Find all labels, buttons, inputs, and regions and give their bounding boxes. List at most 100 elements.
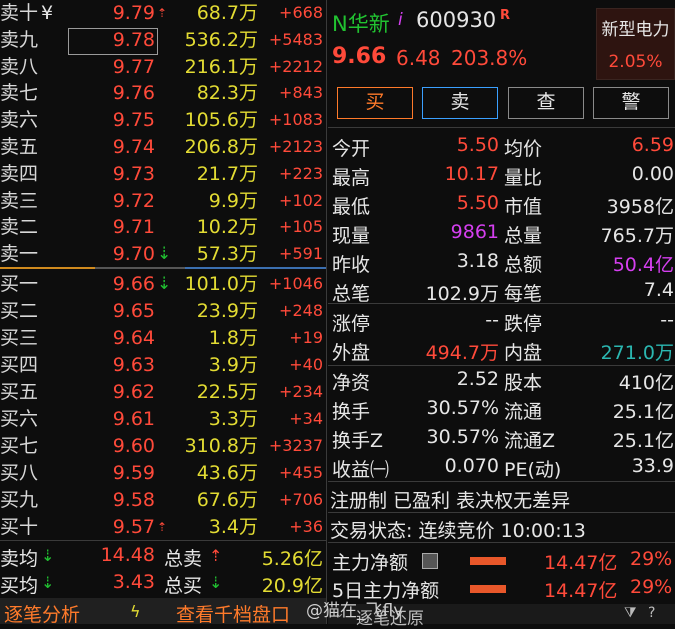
- stat-value: 0.00: [631, 163, 674, 185]
- stat-label: 最低: [332, 196, 371, 218]
- bid-change: +40: [289, 355, 323, 374]
- stat-label: 总额: [504, 254, 543, 276]
- stat-label: 市值: [504, 196, 543, 218]
- ask-row[interactable]: 卖四 9.73 21.7万 +223: [0, 161, 327, 188]
- ask-row[interactable]: 卖三 9.72 9.9万 +102: [0, 188, 327, 215]
- stat-label: 每笔: [504, 283, 543, 305]
- ask-change: +2123: [268, 137, 323, 156]
- bid-row[interactable]: 买九 9.58 67.6万 +706: [0, 487, 327, 514]
- ask-volume: 105.6万: [184, 109, 258, 132]
- ask-price: 9.72: [112, 189, 155, 212]
- ask-volume: 9.9万: [208, 189, 258, 212]
- ask-volume: 57.3万: [196, 243, 258, 266]
- bid-row[interactable]: 买十 9.57 ⇡ 3.4万 +36: [0, 514, 327, 541]
- stat-value: 5.50: [456, 192, 499, 214]
- buy-button[interactable]: 买: [337, 87, 413, 119]
- ask-row[interactable]: 卖一 9.70 ⇣ 57.3万 +591: [0, 241, 327, 268]
- ask-row[interactable]: 卖八 9.77 216.1万 +2212: [0, 54, 327, 81]
- filter-icon[interactable]: ⧩: [624, 605, 637, 621]
- bid-row[interactable]: 买八 9.59 43.6万 +455: [0, 460, 327, 487]
- stat-value: 30.57%: [426, 397, 499, 419]
- bid-row[interactable]: 买七 9.60 310.8万 +3237: [0, 433, 327, 460]
- ask-change: +591: [279, 244, 323, 264]
- stat-value: 50.4亿: [612, 254, 674, 276]
- main-net-value: 14.47亿: [544, 552, 618, 574]
- ask-price: 9.74: [112, 136, 155, 158]
- bid-price: 9.61: [112, 408, 155, 430]
- stat-value: 10.17: [444, 163, 499, 185]
- bid-price: 9.62: [112, 381, 155, 403]
- bid-row[interactable]: 买五 9.62 22.5万 +234: [0, 379, 327, 406]
- summary-label: 卖均: [0, 548, 39, 570]
- stat-value: --: [485, 309, 499, 331]
- bid-price: 9.59: [112, 462, 155, 484]
- ask-level-label: 卖四: [0, 162, 39, 185]
- bid-row[interactable]: 买六 9.61 3.3万 +34: [0, 406, 327, 433]
- divider: [328, 303, 675, 304]
- menu-icon[interactable]: [422, 553, 438, 569]
- ask-level-label: 卖七: [0, 82, 39, 105]
- ask-change: +102: [279, 190, 323, 210]
- info-badge-icon[interactable]: i: [398, 10, 403, 30]
- bid-row[interactable]: 买三 9.64 1.8万 +19: [0, 325, 327, 352]
- ask-change: +223: [279, 163, 323, 183]
- ask-change: +2212: [268, 56, 323, 76]
- stat-value: 410亿: [618, 372, 674, 394]
- bid-price: 9.58: [112, 489, 155, 511]
- five-day-net-bar: [470, 585, 506, 593]
- arrow-up-icon: ⇡: [157, 520, 168, 534]
- alert-button[interactable]: 警: [593, 87, 669, 119]
- last-price: 9.66: [332, 44, 387, 69]
- stat-value: 3.18: [456, 250, 499, 272]
- stat-label: 流通Z: [504, 430, 556, 452]
- help-icon[interactable]: ?: [648, 605, 655, 621]
- ask-price: 9.70: [112, 243, 155, 266]
- bid-price: 9.66: [112, 273, 155, 295]
- midline-accent: [0, 267, 95, 269]
- stat-label: 跌停: [504, 313, 543, 335]
- ask-volume: 216.1万: [184, 55, 258, 78]
- arrow-up-icon: ⇡: [157, 6, 168, 20]
- stat-value: 271.0万: [600, 342, 674, 364]
- divider: [328, 365, 675, 366]
- bid-volume: 1.8万: [208, 327, 258, 349]
- ask-row[interactable]: 卖九 9.78 536.2万 +5483: [0, 27, 327, 54]
- bid-level-label: 买十: [0, 516, 39, 538]
- summary-label: 买均: [0, 575, 39, 597]
- bid-row[interactable]: 买二 9.65 23.9万 +248: [0, 298, 327, 325]
- ask-price: 9.77: [112, 55, 155, 78]
- sector-box[interactable]: 新型电力 2.05%: [596, 8, 675, 80]
- stat-value: 765.7万: [600, 225, 674, 247]
- bid-volume: 43.6万: [196, 462, 258, 484]
- ask-row[interactable]: 卖七 9.76 82.3万 +843: [0, 80, 327, 107]
- ask-change: +1083: [268, 110, 323, 130]
- sell-button[interactable]: 卖: [422, 87, 498, 119]
- stock-name[interactable]: N华新: [332, 8, 390, 38]
- ask-volume: 536.2万: [184, 28, 258, 51]
- arrow-down-icon: ⇣: [157, 244, 172, 265]
- bid-row[interactable]: 买四 9.63 3.9万 +40: [0, 352, 327, 379]
- lightning-icon[interactable]: ϟ: [130, 602, 141, 621]
- ask-level-label: 卖一: [0, 243, 39, 266]
- ask-row[interactable]: 卖二 9.71 10.2万 +105: [0, 214, 327, 241]
- quote-panel: N华新 i 600930 R 新型电力 2.05% 9.66 6.48 203.…: [306, 0, 675, 629]
- ask-row[interactable]: 卖十 ¥9.79 ⇡ 68.7万 +668: [0, 0, 327, 27]
- divider: [328, 512, 675, 513]
- bid-price: 9.60: [112, 435, 155, 457]
- query-button[interactable]: 查: [508, 87, 584, 119]
- ask-price: 9.76: [112, 82, 155, 105]
- bid-change: +234: [279, 382, 323, 401]
- stat-label: 昨收: [332, 254, 371, 276]
- ask-row[interactable]: 卖五 9.74 206.8万 +2123: [0, 134, 327, 161]
- five-day-net-value: 14.47亿: [544, 580, 618, 602]
- price-change-pct: 203.8%: [451, 46, 528, 70]
- ask-level-label: 卖五: [0, 136, 39, 158]
- bid-level-label: 买七: [0, 435, 39, 457]
- ask-volume: 21.7万: [196, 162, 258, 185]
- bid-price: 9.57: [112, 516, 155, 538]
- tick-analysis-link[interactable]: 逐笔分析: [4, 600, 80, 627]
- bid-row[interactable]: 买一 9.66 ⇣ 101.0万 +1046: [0, 271, 327, 298]
- ask-row[interactable]: 卖六 9.75 105.6万 +1083: [0, 107, 327, 134]
- five-day-net-pct: 29%: [630, 576, 673, 598]
- depth-view-link[interactable]: 查看千档盘口: [176, 600, 290, 627]
